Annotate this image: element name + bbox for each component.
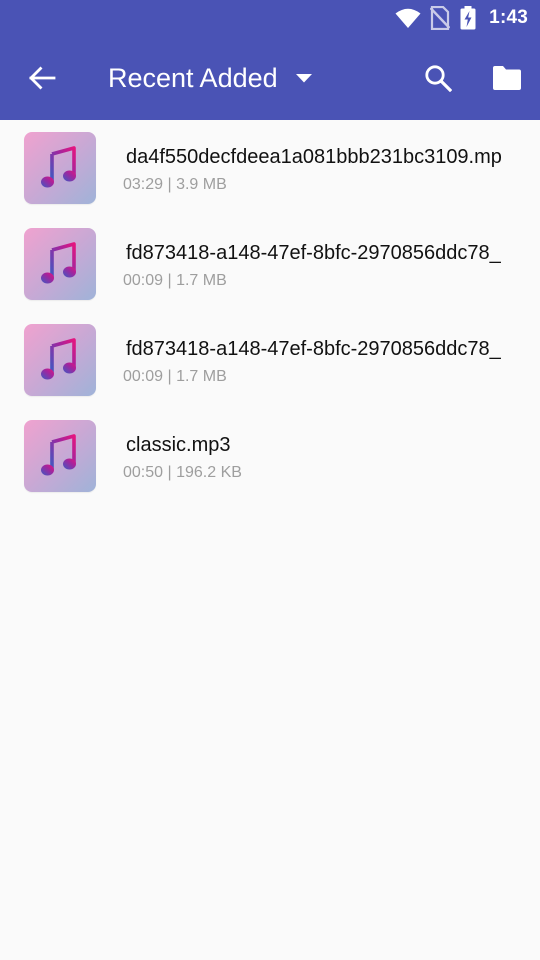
arrow-back-icon	[28, 66, 56, 90]
file-meta: 00:50 | 196.2 KB	[123, 464, 242, 481]
page-title: Recent Added	[108, 62, 278, 93]
music-note-icon	[40, 434, 80, 478]
screen: 1:43 Recent Added da4f550decfdeea1a081bb…	[0, 0, 540, 960]
list-item[interactable]: classic.mp3 00:50 | 196.2 KB	[0, 408, 540, 504]
list-item[interactable]: fd873418-a148-47ef-8bfc-2970856ddc78_ 00…	[0, 216, 540, 312]
battery-charging-icon	[457, 0, 479, 36]
no-sim-icon	[425, 0, 455, 36]
search-icon	[424, 64, 452, 92]
file-meta: 00:09 | 1.7 MB	[123, 368, 227, 385]
status-bar: 1:43	[0, 0, 540, 36]
file-name: fd873418-a148-47ef-8bfc-2970856ddc78_	[126, 242, 501, 264]
file-name: fd873418-a148-47ef-8bfc-2970856ddc78_	[126, 338, 501, 360]
list-item[interactable]: da4f550decfdeea1a081bbb231bc3109.mp 03:2…	[0, 120, 540, 216]
file-meta: 03:29 | 3.9 MB	[123, 176, 227, 193]
music-note-icon	[40, 242, 80, 286]
back-button[interactable]	[18, 54, 66, 102]
music-note-icon	[40, 338, 80, 382]
wifi-icon	[393, 0, 423, 36]
song-thumbnail	[24, 324, 96, 396]
folder-icon	[491, 65, 523, 91]
search-button[interactable]	[414, 54, 462, 102]
song-thumbnail	[24, 132, 96, 204]
file-list: da4f550decfdeea1a081bbb231bc3109.mp 03:2…	[0, 120, 540, 504]
music-note-icon	[40, 146, 80, 190]
file-name: classic.mp3	[126, 434, 231, 456]
dropdown-arrow-icon	[295, 73, 312, 83]
file-name: da4f550decfdeea1a081bbb231bc3109.mp	[126, 146, 502, 168]
app-bar: Recent Added	[0, 36, 540, 120]
song-thumbnail	[24, 228, 96, 300]
list-item[interactable]: fd873418-a148-47ef-8bfc-2970856ddc78_ 00…	[0, 312, 540, 408]
folder-button[interactable]	[483, 54, 531, 102]
file-meta: 00:09 | 1.7 MB	[123, 272, 227, 289]
clock-time: 1:43	[489, 7, 528, 28]
title-dropdown[interactable]: Recent Added	[108, 36, 312, 120]
song-thumbnail	[24, 420, 96, 492]
